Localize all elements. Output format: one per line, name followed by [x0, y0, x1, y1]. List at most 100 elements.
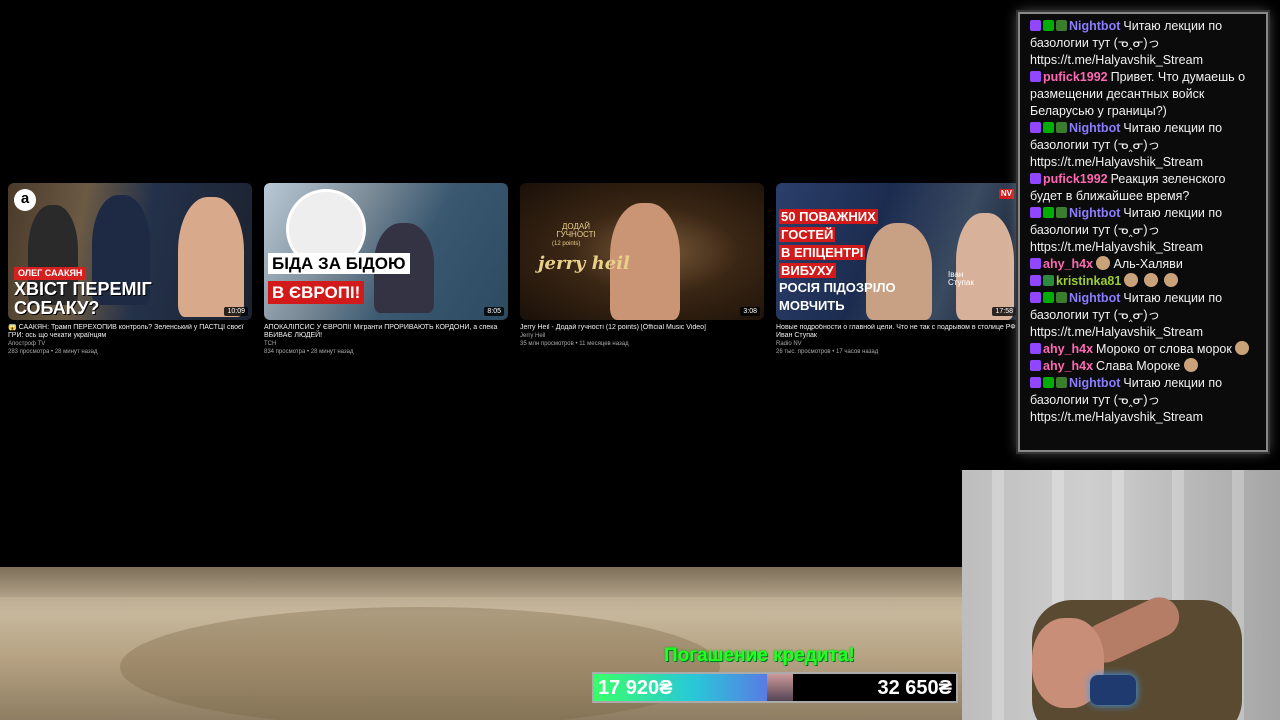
video-duration: 10:09	[224, 307, 248, 316]
video-channel[interactable]: Radio NV	[776, 340, 1020, 348]
chat-panel: Nightbot Читаю лекции по базологии тут (ᓀ…	[1018, 12, 1268, 452]
video-title[interactable]: Новые подробности о главной цели. Что не…	[776, 324, 1020, 340]
video-meta: 35 млн просмотров • 11 месяцев назад	[520, 341, 629, 347]
video-card[interactable]: a ОЛЕГ СААКЯН ХВІСТ ПЕРЕМІГ СОБАКУ? 10:0…	[8, 183, 252, 356]
bot-badge-icon	[1056, 292, 1067, 303]
chat-text: Слава Мороке	[1096, 359, 1181, 373]
scene-dune	[0, 567, 962, 597]
chat-username[interactable]: ahy_h4x	[1043, 359, 1093, 373]
video-meta: 283 просмотра • 28 минут назад	[8, 349, 98, 355]
thumbnail-caption: ДОДАЙ ГУЧНОСТІ	[556, 222, 596, 239]
thumbnail-headline: РОСІЯ ПІДОЗРІЛО	[779, 280, 896, 295]
video-duration: 8:05	[484, 307, 504, 316]
thumbnail-headline: ХВІСТ ПЕРЕМІГ СОБАКУ?	[14, 279, 152, 318]
thumbnail-headline: МОВЧИТЬ	[779, 298, 845, 313]
subscriber-badge-icon	[1043, 275, 1054, 286]
thumbnail-headline: БІДА ЗА БІДОЮ	[268, 253, 410, 274]
thumbnail-headline: В ЄВРОПІ!	[268, 281, 365, 304]
twitch-badge-icon	[1030, 275, 1041, 286]
chat-username[interactable]: ahy_h4x	[1043, 342, 1093, 356]
bot-badge-icon	[1056, 207, 1067, 218]
video-thumbnail[interactable]: NV 50 ПОВАЖНИХ ГОСТЕЙ В ЕПІЦЕНТРІ ВИБУХУ…	[776, 183, 1020, 320]
twitch-badge-icon	[1030, 377, 1041, 388]
chat-message: ahy_h4x Слава Мороке	[1030, 358, 1258, 375]
video-card[interactable]: БІДА ЗА БІДОЮ В ЄВРОПІ! 8:05 АПОКАЛІПСИС…	[264, 183, 508, 356]
twitch-badge-icon	[1030, 173, 1041, 184]
goal-progress-bar: 17 920₴ 32 650₴	[592, 672, 958, 703]
thumbnail-caption: (12 points)	[552, 241, 581, 247]
twitch-badge-icon	[1030, 343, 1041, 354]
channel-logo-icon: a	[14, 189, 36, 211]
microphone-icon	[1090, 675, 1136, 705]
bot-badge-icon	[1056, 122, 1067, 133]
channel-logo-icon: NV	[998, 189, 1014, 199]
emote-icon	[1124, 273, 1139, 287]
video-title[interactable]: Jerry Heil - Додай гучності (12 points) …	[520, 324, 764, 332]
chat-message: ahy_h4x Мороко от слова морок	[1030, 341, 1258, 358]
twitch-badge-icon	[1030, 71, 1041, 82]
chat-message: ahy_h4x Аль-Халяви	[1030, 256, 1258, 273]
moderator-badge-icon	[1043, 292, 1054, 303]
chat-message: Nightbot Читаю лекции по базологии тут (ᓀ…	[1030, 18, 1258, 69]
video-duration: 3:08	[740, 307, 760, 316]
bot-badge-icon	[1056, 20, 1067, 31]
webcam-feed	[962, 470, 1280, 720]
person-figure	[866, 223, 932, 320]
person-figure	[178, 197, 244, 317]
bot-badge-icon	[1056, 377, 1067, 388]
thumbnail-headline: ВИБУХУ	[779, 263, 836, 278]
video-card[interactable]: ДОДАЙ ГУЧНОСТІ (12 points) jerry heil 3:…	[520, 183, 764, 356]
video-title[interactable]: АПОКАЛІПСИС У ЄВРОПІ! Мігранти ПРОРИВАЮТ…	[264, 324, 508, 340]
chat-text: Мороко от слова морок	[1096, 342, 1232, 356]
moderator-badge-icon	[1043, 122, 1054, 133]
twitch-badge-icon	[1030, 122, 1041, 133]
emote-icon	[1183, 358, 1198, 372]
chat-message: pufick1992 Привет. Что думаешь о размещен…	[1030, 69, 1258, 120]
video-card[interactable]: NV 50 ПОВАЖНИХ ГОСТЕЙ В ЕПІЦЕНТРІ ВИБУХУ…	[776, 183, 1020, 356]
chat-message: Nightbot Читаю лекции по базологии тут (ᓀ…	[1030, 290, 1258, 341]
emote-icon	[1096, 256, 1111, 270]
emote-icon	[1144, 273, 1159, 287]
chat-username[interactable]: ahy_h4x	[1043, 257, 1093, 271]
thumbnail-headline: ГОСТЕЙ	[779, 227, 836, 242]
chat-username[interactable]: Nightbot	[1069, 291, 1120, 305]
chat-message: pufick1992 Реакция зеленского будет в бли…	[1030, 171, 1258, 205]
chat-username[interactable]: Nightbot	[1069, 376, 1120, 390]
goal-target: 32 650₴	[877, 677, 952, 699]
chat-username[interactable]: pufick1992	[1043, 70, 1108, 84]
chat-message: Nightbot Читаю лекции по базологии тут (ᓀ…	[1030, 120, 1258, 171]
chat-username[interactable]: Nightbot	[1069, 121, 1120, 135]
chat-message: Nightbot Читаю лекции по базологии тут (ᓀ…	[1030, 205, 1258, 256]
twitch-badge-icon	[1030, 292, 1041, 303]
thumbnail-caption: Іван Ступак	[948, 270, 974, 287]
video-thumbnail[interactable]: БІДА ЗА БІДОЮ В ЄВРОПІ! 8:05	[264, 183, 508, 320]
video-thumbnail[interactable]: ДОДАЙ ГУЧНОСТІ (12 points) jerry heil 3:…	[520, 183, 764, 320]
video-channel[interactable]: Jerry Heil	[520, 332, 764, 340]
thumbnail-headline: В ЕПІЦЕНТРІ	[779, 245, 866, 260]
video-thumbnail[interactable]: a ОЛЕГ СААКЯН ХВІСТ ПЕРЕМІГ СОБАКУ? 10:0…	[8, 183, 252, 320]
chat-username[interactable]: pufick1992	[1043, 172, 1108, 186]
thumbnail-headline: 50 ПОВАЖНИХ	[779, 209, 878, 224]
chat-username[interactable]: Nightbot	[1069, 19, 1120, 33]
person-figure	[956, 213, 1014, 320]
wallpaper-stripe	[992, 470, 1004, 720]
chat-username[interactable]: Nightbot	[1069, 206, 1120, 220]
chat-message: kristinka81	[1030, 273, 1258, 290]
stream-layout: a ОЛЕГ СААКЯН ХВІСТ ПЕРЕМІГ СОБАКУ? 10:0…	[0, 0, 1280, 720]
video-meta: 26 тыс. просмотров • 17 часов назад	[776, 349, 879, 355]
emote-icon	[1235, 341, 1250, 355]
video-channel[interactable]: Апостроф TV	[8, 340, 252, 348]
moderator-badge-icon	[1043, 207, 1054, 218]
video-title[interactable]: 😱 СААКЯН: Трамп ПЕРЕХОПИВ контроль? Зеле…	[8, 324, 252, 340]
twitch-badge-icon	[1030, 207, 1041, 218]
video-channel[interactable]: ТСН	[264, 340, 508, 348]
video-duration: 17:58	[992, 307, 1016, 316]
twitch-badge-icon	[1030, 258, 1041, 269]
moderator-badge-icon	[1043, 20, 1054, 31]
twitch-badge-icon	[1030, 360, 1041, 371]
emote-icon	[1164, 273, 1179, 287]
goal-current: 17 920₴	[598, 677, 673, 699]
goal-avatar	[767, 674, 794, 701]
chat-username[interactable]: kristinka81	[1056, 274, 1121, 288]
moderator-badge-icon	[1043, 377, 1054, 388]
